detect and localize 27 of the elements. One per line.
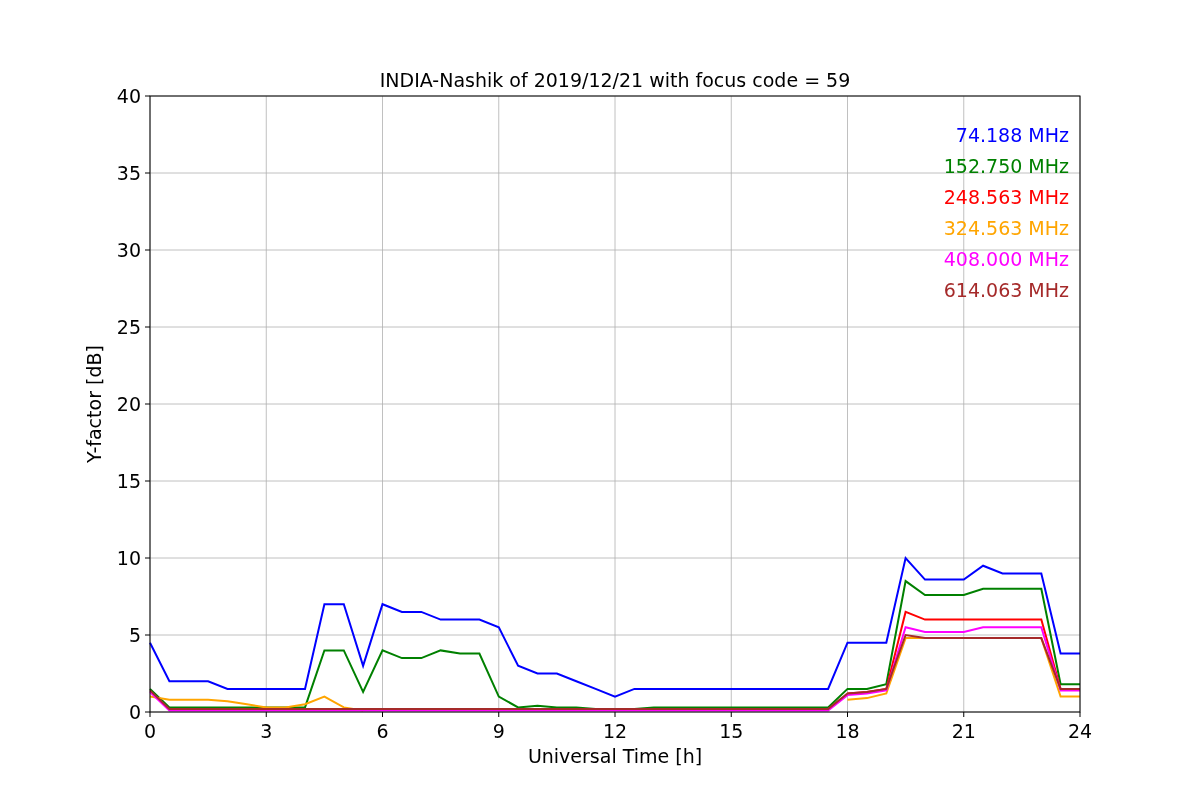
- tick-label: 15: [719, 720, 744, 742]
- tick-label: 24: [1067, 720, 1093, 742]
- tick-label: 35: [116, 162, 141, 184]
- tick-label: 20: [116, 393, 141, 415]
- tick-label: 40: [116, 85, 141, 107]
- tick-label: 10: [116, 547, 141, 569]
- tick-label: 0: [143, 720, 157, 742]
- legend-label: 152.750 MHz: [943, 155, 1069, 177]
- y-axis-label: Y-factor [dB]: [83, 345, 105, 463]
- chart-title: INDIA-Nashik of 2019/12/21 with focus code = 59: [379, 69, 851, 91]
- legend-label: 248.563 MHz: [943, 186, 1069, 208]
- tick-label: 0: [128, 701, 141, 723]
- legend-label: 74.188 MHz: [955, 124, 1069, 146]
- tick-label: 15: [116, 470, 141, 492]
- tick-label: 5: [128, 624, 141, 646]
- tick-label: 3: [260, 720, 273, 742]
- tick-label: 25: [116, 316, 141, 338]
- tick-label: 9: [492, 720, 505, 742]
- legend-label: 408.000 MHz: [943, 248, 1069, 270]
- tick-label: 30: [116, 239, 141, 261]
- tick-label: 21: [951, 720, 976, 742]
- legend-label: 324.563 MHz: [943, 217, 1069, 239]
- tick-label: 6: [376, 720, 389, 742]
- legend-label: 614.063 MHz: [943, 279, 1069, 301]
- x-axis-label: Universal Time [h]: [527, 745, 703, 767]
- tick-label: 18: [835, 720, 860, 742]
- tick-label: 12: [602, 720, 628, 742]
